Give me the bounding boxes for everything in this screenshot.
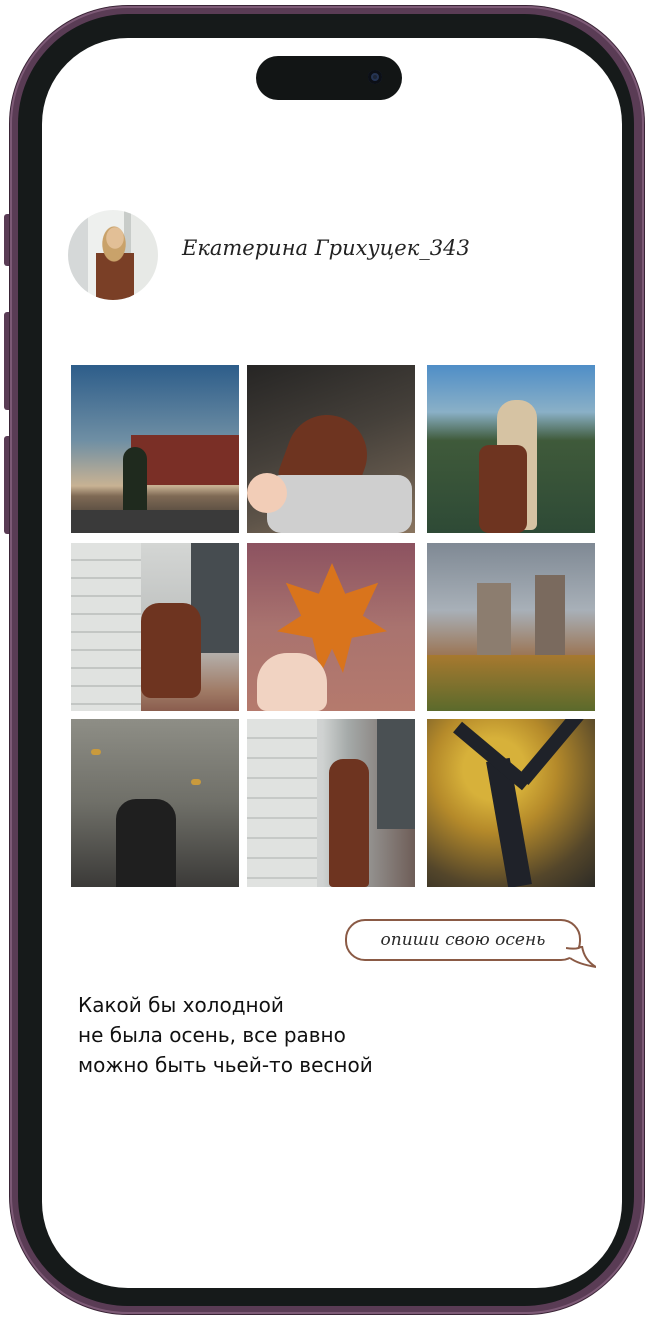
bubble-text: опиши свою осень — [380, 930, 546, 950]
photo-river-girl[interactable] — [427, 365, 595, 533]
photo-leaf-small — [91, 749, 101, 755]
photo-coat — [479, 445, 527, 533]
avatar[interactable] — [68, 210, 158, 300]
photo-tree-branches[interactable] — [427, 719, 595, 887]
photo-tree — [123, 447, 147, 517]
bubble-tail — [566, 946, 596, 968]
photo-city-towers[interactable] — [427, 543, 595, 711]
front-camera-icon — [368, 70, 382, 84]
photo-maple-leaf[interactable] — [247, 543, 415, 711]
caption-line: не была осень, все равно — [78, 1023, 346, 1047]
photo-window — [377, 719, 415, 829]
username[interactable]: Екатерина Грихуцек_343 — [182, 236, 470, 260]
photo-castle-sunset[interactable] — [71, 365, 239, 533]
photo-branch — [517, 719, 587, 785]
photo-figure — [329, 759, 369, 887]
photo-figure — [141, 603, 201, 698]
caption-line: Какой бы холодной — [78, 993, 284, 1017]
describe-autumn-bubble[interactable]: опиши свою осень — [345, 919, 581, 961]
photo-wall-sitting[interactable] — [71, 543, 239, 711]
photo-brick-wall — [71, 543, 141, 711]
caption-line: можно быть чьей-то весной — [78, 1053, 373, 1077]
photo-boots-leaves[interactable] — [71, 719, 239, 887]
photo-building — [131, 435, 239, 485]
photo-bag — [267, 475, 412, 533]
caption: Какой бы холодной не была осень, все рав… — [78, 990, 498, 1080]
avatar-photo — [96, 224, 134, 300]
photo-field — [427, 655, 595, 711]
photo-hand — [247, 473, 287, 513]
photo-brick-wall — [247, 719, 317, 887]
dynamic-island — [256, 56, 402, 100]
photo-bag-boots[interactable] — [247, 365, 415, 533]
photo-hand — [257, 653, 327, 711]
photo-legs — [116, 799, 176, 887]
photo-leaf-small — [191, 779, 201, 785]
photo-wall-standing[interactable] — [247, 719, 415, 887]
photo-road — [71, 510, 239, 533]
